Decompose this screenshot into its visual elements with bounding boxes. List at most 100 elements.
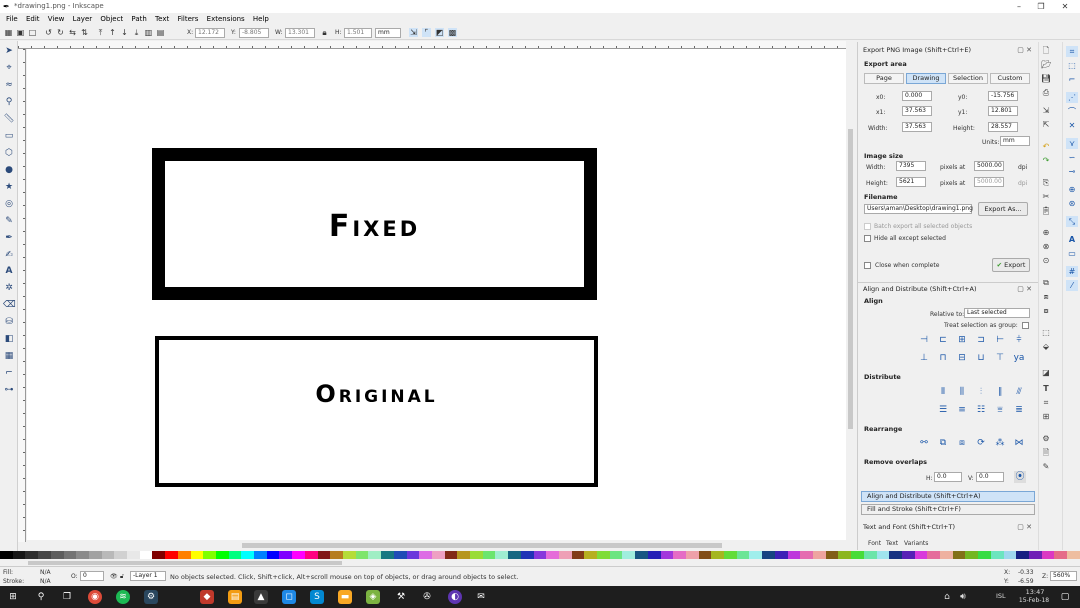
snap-smooth-icon[interactable]: ∽ xyxy=(1066,152,1078,163)
width-field[interactable]: 37.563 xyxy=(902,122,932,132)
measure-tool-icon[interactable]: 📏︎ xyxy=(3,113,15,126)
lock-ratio-icon[interactable]: 🔒︎ xyxy=(320,28,329,37)
color-swatch[interactable] xyxy=(546,551,559,559)
x-field[interactable]: 12.172 xyxy=(195,28,225,38)
img-height-field[interactable]: 5621 xyxy=(896,177,926,187)
color-swatch[interactable] xyxy=(0,551,13,559)
menu-edit[interactable]: Edit xyxy=(26,13,40,25)
color-swatch[interactable] xyxy=(673,551,686,559)
scale-corners-icon[interactable]: ⌜ xyxy=(422,28,431,37)
color-swatch[interactable] xyxy=(533,551,547,559)
exchange-z-order-icon[interactable]: ⧈ xyxy=(956,437,968,449)
align-icon[interactable]: ▥ xyxy=(144,28,153,37)
filename-field[interactable]: Users\aman\Desktop\drawing1.png xyxy=(864,204,973,214)
y1-field[interactable]: 12.801 xyxy=(988,106,1018,116)
x1-field[interactable]: 37.563 xyxy=(902,106,932,116)
color-swatch[interactable] xyxy=(177,551,191,559)
opacity-field[interactable]: 0 xyxy=(80,571,104,581)
rectangle-tool-icon[interactable]: ▭ xyxy=(3,130,15,143)
color-swatch[interactable] xyxy=(813,551,826,559)
move-patterns-icon[interactable]: ▩ xyxy=(448,28,457,37)
color-swatch[interactable] xyxy=(622,551,636,559)
color-swatch[interactable] xyxy=(724,551,737,559)
skype-icon[interactable]: S xyxy=(310,590,324,604)
snap-page-border-icon[interactable]: ▭ xyxy=(1066,248,1078,259)
menu-object[interactable]: Object xyxy=(100,13,123,25)
app-red-icon[interactable]: ◆ xyxy=(200,590,214,604)
align-text-baseline-icon[interactable]: ⫩ xyxy=(1013,334,1025,346)
color-swatch[interactable] xyxy=(914,551,928,559)
clone-icon[interactable]: ⧈ xyxy=(1041,292,1051,302)
color-swatch[interactable] xyxy=(597,551,610,559)
color-swatch[interactable] xyxy=(1067,551,1080,559)
menu-text[interactable]: Text xyxy=(155,13,169,25)
color-swatch[interactable] xyxy=(317,551,331,559)
lower-to-bottom-icon[interactable]: ⤓ xyxy=(132,28,141,37)
color-swatch[interactable] xyxy=(647,551,661,559)
open-icon[interactable]: 📂︎ xyxy=(1041,60,1051,70)
snap-grid-icon[interactable]: # xyxy=(1066,266,1078,277)
units-select[interactable]: mm xyxy=(1000,136,1030,146)
save-icon[interactable]: 💾︎ xyxy=(1041,74,1051,84)
deselect-icon[interactable]: □ xyxy=(28,28,37,37)
treat-selection-checkbox[interactable] xyxy=(1022,322,1029,329)
color-swatch[interactable] xyxy=(711,551,725,559)
new-document-icon[interactable]: 🗋︎ xyxy=(1041,46,1051,56)
minimize-button[interactable]: – xyxy=(1010,1,1028,12)
export-icon[interactable]: ⇱ xyxy=(1041,120,1051,130)
color-swatch[interactable] xyxy=(292,551,305,559)
app-blue-icon[interactable]: ◻ xyxy=(282,590,296,604)
horizontal-scroll-thumb[interactable] xyxy=(242,543,722,548)
color-swatch[interactable] xyxy=(508,551,521,559)
align-right-icon[interactable]: ⊐ xyxy=(975,334,987,346)
hide-all-checkbox[interactable] xyxy=(864,235,871,242)
layer-visibility-icon[interactable]: 👁︎ xyxy=(110,573,118,580)
color-swatch[interactable] xyxy=(940,551,953,559)
color-swatch[interactable] xyxy=(762,551,775,559)
collapsed-align-panel[interactable]: Align and Distribute (Shift+Ctrl+A) xyxy=(861,491,1035,502)
menu-help[interactable]: Help xyxy=(253,13,269,25)
distribute-text-icon[interactable]: ⫻ xyxy=(1013,386,1025,398)
horizontal-ruler[interactable] xyxy=(18,41,846,49)
network-icon[interactable]: ⌂ xyxy=(940,590,954,604)
color-swatch[interactable] xyxy=(63,551,77,559)
height-field[interactable]: 28.557 xyxy=(988,122,1018,132)
distribute-bottom-icon[interactable]: ☷ xyxy=(975,404,987,416)
color-swatch[interactable] xyxy=(279,551,293,559)
color-swatch[interactable] xyxy=(990,551,1004,559)
color-swatch[interactable] xyxy=(1016,551,1029,559)
star-tool-icon[interactable]: ★ xyxy=(3,181,15,194)
fill-value[interactable]: N/A xyxy=(40,569,51,576)
cut-icon[interactable]: ✂ xyxy=(1041,192,1051,202)
preferences-icon[interactable]: ⚙ xyxy=(1041,434,1051,444)
steam-icon[interactable]: ⚙ xyxy=(144,590,158,604)
color-palette[interactable] xyxy=(0,551,1080,559)
maximize-button[interactable]: ❐ xyxy=(1032,1,1050,12)
color-swatch[interactable] xyxy=(76,551,89,559)
vertical-ruler[interactable] xyxy=(18,49,26,542)
undo-icon[interactable]: ↶ xyxy=(1041,142,1051,152)
zoom-tool-icon[interactable]: ⚲ xyxy=(3,96,15,109)
3d-box-tool-icon[interactable]: ⬡ xyxy=(3,147,15,160)
align-left-icon[interactable]: ⊏ xyxy=(937,334,949,346)
unclump-icon[interactable]: ⋈ xyxy=(1013,437,1025,449)
snap-bbox-icon[interactable]: ⬚ xyxy=(1066,60,1078,71)
app-green-icon[interactable]: ◈ xyxy=(366,590,380,604)
unit-select[interactable]: mm xyxy=(375,28,401,38)
rotate-ccw-icon[interactable]: ↺ xyxy=(44,28,53,37)
copy-icon[interactable]: ⎘ xyxy=(1041,178,1051,188)
original-label[interactable]: Original xyxy=(159,380,594,408)
color-swatch[interactable] xyxy=(25,551,39,559)
color-swatch[interactable] xyxy=(241,551,255,559)
ungroup-icon[interactable]: ⬙ xyxy=(1041,342,1051,352)
distribute-gaps-h-icon[interactable]: ∥ xyxy=(994,386,1006,398)
spotify-icon[interactable]: ≋ xyxy=(116,590,130,604)
snap-nodes-icon[interactable]: ⋰ xyxy=(1066,92,1078,103)
color-swatch[interactable] xyxy=(774,551,788,559)
tweak-tool-icon[interactable]: ≈ xyxy=(3,79,15,92)
distribute-center-icon[interactable]: ⫼ xyxy=(956,386,968,398)
w-field[interactable]: 13.301 xyxy=(285,28,315,38)
tab-variants[interactable]: Variants xyxy=(904,540,928,547)
layer-select[interactable]: -Layer 1 xyxy=(130,571,166,581)
print-icon[interactable]: ⎙ xyxy=(1041,88,1051,98)
